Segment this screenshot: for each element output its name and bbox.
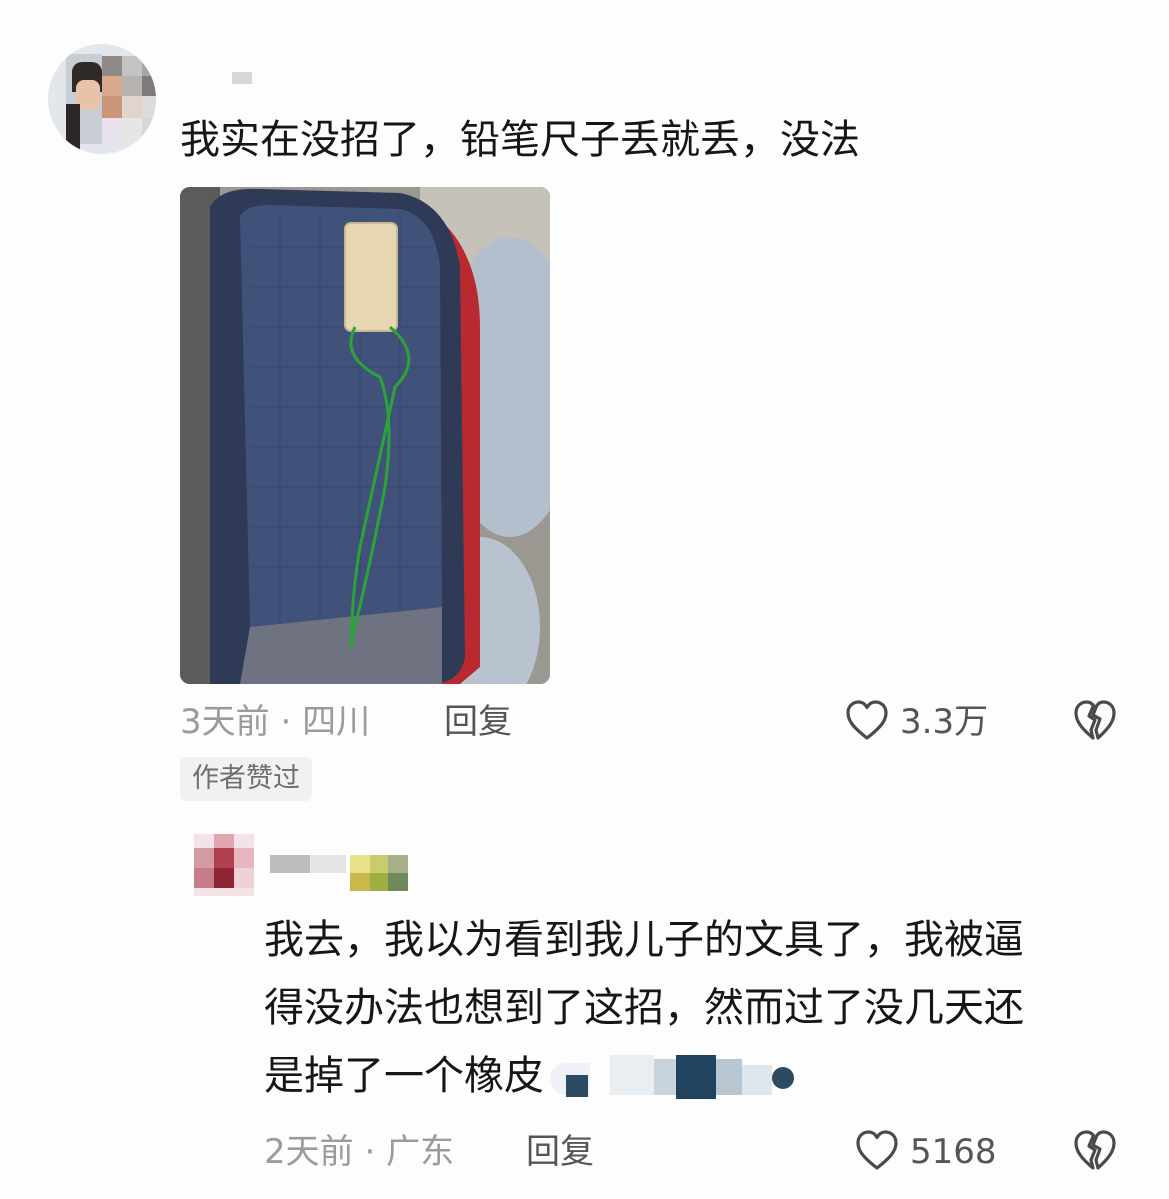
reply-comment-username[interactable] (270, 855, 410, 891)
reply-comment-like-count: 5168 (910, 1132, 997, 1172)
main-comment-time: 3天前 · 四川 (180, 702, 371, 742)
comment-photo[interactable] (180, 187, 550, 684)
main-comment-reply-button[interactable]: 回复 (444, 700, 512, 744)
author-liked-badge: 作者赞过 (180, 757, 312, 801)
reply-comment-line: 是掉了一个橡皮 (264, 1042, 1124, 1110)
broken-heart-icon[interactable] (1072, 1128, 1118, 1174)
heart-outline-icon[interactable] (854, 1128, 900, 1174)
reply-comment-reply-button[interactable]: 回复 (526, 1130, 594, 1174)
heart-outline-icon[interactable] (844, 698, 890, 744)
reply-comment-location: 广东 (386, 1132, 455, 1172)
main-comment-username[interactable] (232, 72, 252, 84)
main-comment-like-count: 3.3万 (900, 702, 989, 742)
reply-comment-line: 得没办法也想到了这招，然而过了没几天还 (264, 985, 1024, 1031)
reply-comment-time: 2天前 · 广东 (264, 1132, 455, 1172)
broken-heart-icon[interactable] (1072, 698, 1118, 744)
blurred-text (550, 1055, 800, 1101)
reply-comment-text: 我去，我以为看到我儿子的文具了，我被逼 得没办法也想到了这招，然而过了没几天还 … (264, 906, 1124, 1110)
main-comment-text: 我实在没招了，铅笔尺子丢就丢，没法 (180, 117, 860, 163)
reply-comment-avatar[interactable] (194, 834, 254, 896)
reply-comment-line: 我去，我以为看到我儿子的文具了，我被逼 (264, 917, 1024, 963)
main-comment-avatar[interactable] (48, 44, 156, 154)
main-comment-location: 四川 (302, 702, 371, 742)
